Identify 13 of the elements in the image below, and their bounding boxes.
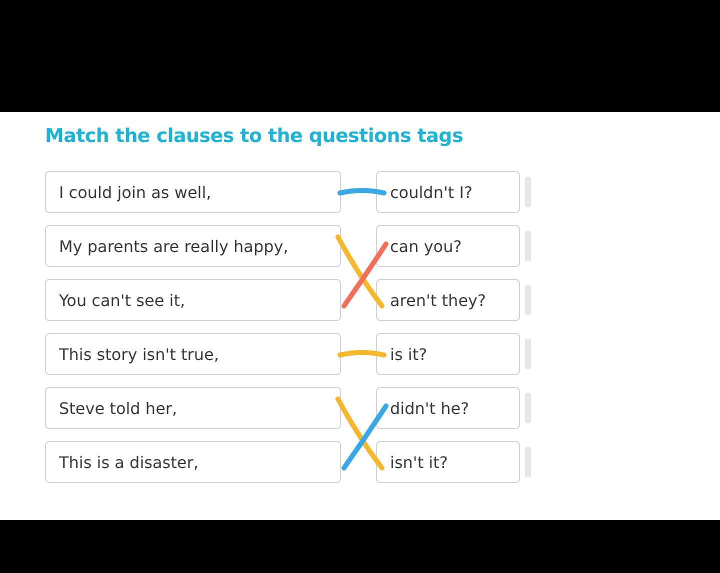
tag-card[interactable]: can you? [376, 225, 520, 267]
clause-card[interactable]: My parents are really happy, [45, 225, 341, 267]
clause-card[interactable]: Steve told her, [45, 387, 341, 429]
clause-card[interactable]: This story isn't true, [45, 333, 341, 375]
exercise-title: Match the clauses to the questions tags [45, 124, 463, 149]
tag-card[interactable]: isn't it? [376, 441, 520, 483]
tag-card[interactable]: couldn't I? [376, 171, 520, 213]
tag-card[interactable]: didn't he? [376, 387, 520, 429]
clause-card[interactable]: This is a disaster, [45, 441, 341, 483]
clause-card[interactable]: You can't see it, [45, 279, 341, 321]
tag-card[interactable]: is it? [376, 333, 520, 375]
clause-card[interactable]: I could join as well, [45, 171, 341, 213]
tag-card[interactable]: aren't they? [376, 279, 520, 321]
